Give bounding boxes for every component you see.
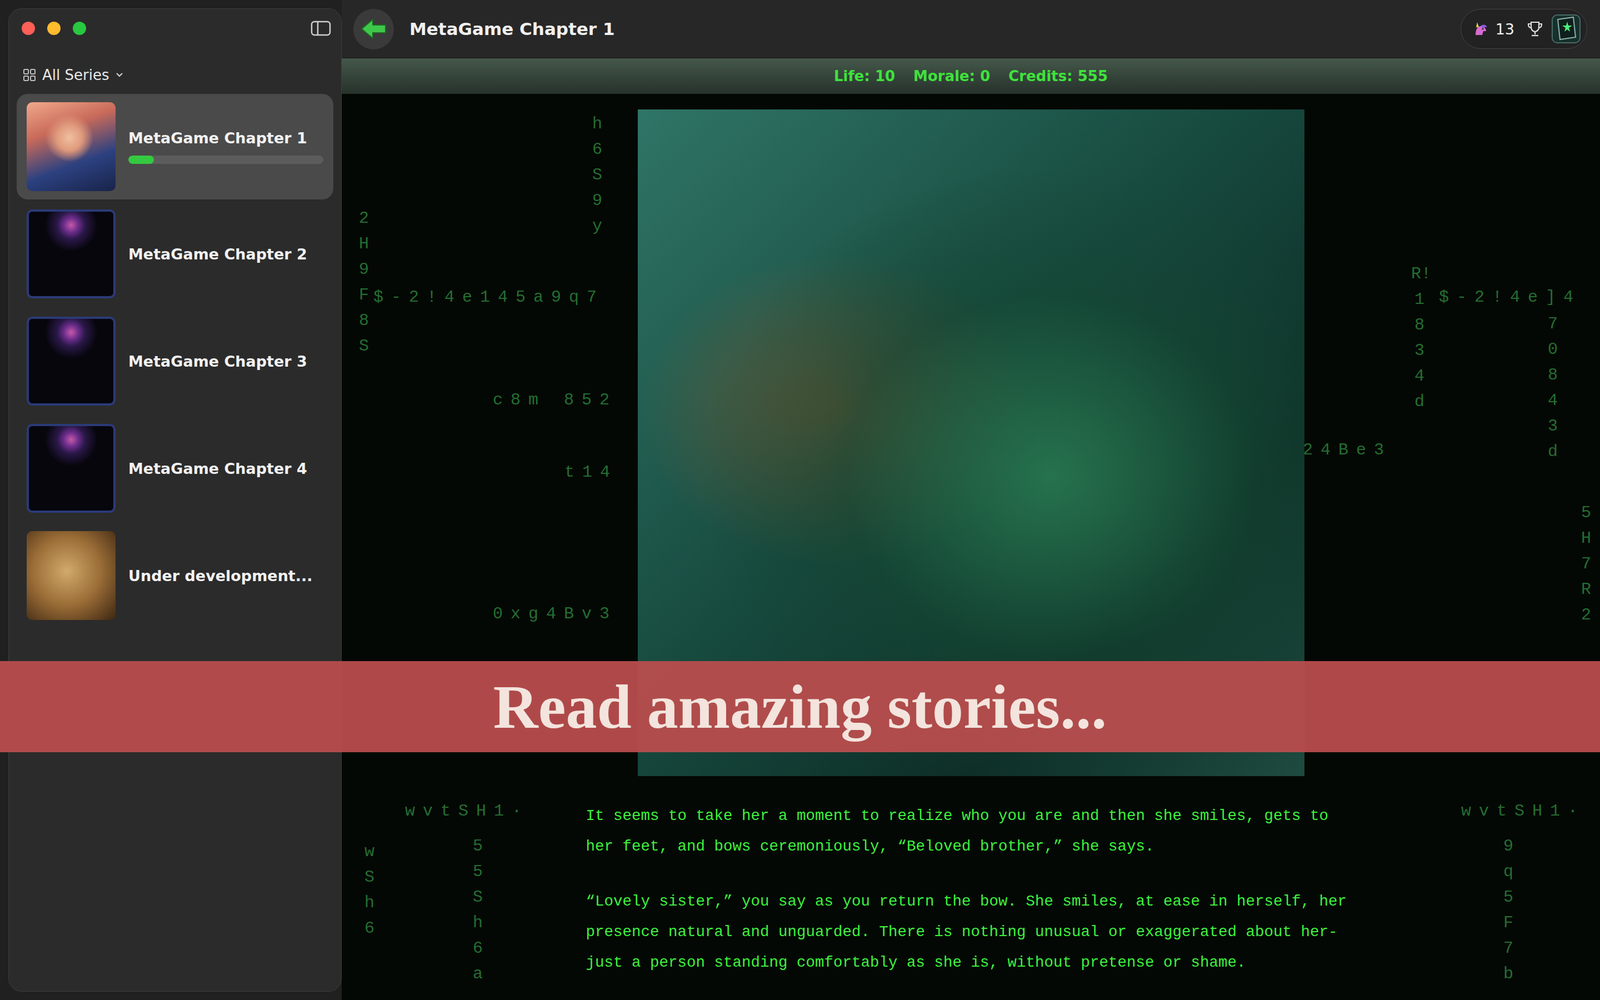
matrix-glyphs: 5H7R2: [1577, 500, 1595, 628]
matrix-glyphs: t14: [564, 461, 618, 484]
minimize-button[interactable]: [47, 21, 61, 35]
close-button[interactable]: [21, 21, 35, 35]
filter-label[interactable]: All Series: [42, 66, 109, 84]
sidebar-toggle-icon[interactable]: [310, 20, 332, 37]
series-title[interactable]: MetaGame Chapter 4: [128, 460, 324, 478]
chevron-down-icon: [115, 72, 124, 78]
matrix-glyphs: wSh6: [361, 838, 378, 942]
matrix-glyphs: 55Sh6a: [469, 833, 487, 987]
stat-label: Morale: 0: [913, 67, 990, 85]
matrix-glyphs: $-2!4e]4: [1438, 286, 1582, 309]
stat-label: Credits: 555: [1008, 67, 1108, 85]
stat-label: Life: 10: [833, 67, 895, 85]
sidebar-item[interactable]: MetaGame Chapter 3: [16, 308, 334, 414]
matrix-glyphs: R!1834d: [1411, 261, 1428, 415]
matrix-glyphs: $-2!4e145a9q7: [373, 286, 605, 309]
matrix-glyphs: 2H9F8S: [355, 205, 373, 359]
cover-thumbnail: [26, 531, 116, 620]
cover-thumbnail: [26, 102, 116, 192]
story-view: $-2!4e145a9q7 $-2!4e]4 c8m 852 t14 0xg4Bv3 24…: [341, 93, 1600, 1000]
stats-bar: Life: 10 Morale: 0 Credits: 555: [341, 58, 1600, 94]
matrix-glyphs: 0xg4Bv3: [492, 602, 618, 625]
series-list: MetaGame Chapter 1 MetaGame Chapter 2 Meta…: [16, 93, 334, 629]
story-paragraph: It seems to take her a moment to realize…: [585, 800, 1356, 862]
progress-bar: [128, 155, 324, 164]
back-arrow-icon: [360, 17, 388, 40]
cover-thumbnail: [26, 316, 116, 406]
story-text: It seems to take her a moment to realize…: [585, 800, 1356, 1000]
promo-text: Read amazing stories...: [493, 671, 1107, 743]
series-filter[interactable]: All Series: [16, 47, 334, 94]
trophy-icon[interactable]: [1526, 20, 1544, 38]
series-title[interactable]: MetaGame Chapter 1: [128, 129, 324, 147]
matrix-glyphs: wvtSH1·: [405, 800, 530, 823]
matrix-glyphs: c8m 852: [492, 388, 618, 412]
spellbook-icon[interactable]: [1550, 12, 1583, 45]
back-button[interactable]: [353, 8, 394, 50]
zoom-button[interactable]: [72, 21, 87, 35]
window-controls: [16, 8, 334, 48]
sidebar-item[interactable]: MetaGame Chapter 1: [16, 93, 334, 200]
series-title[interactable]: MetaGame Chapter 2: [128, 245, 324, 263]
unicorn-icon: [1472, 20, 1489, 38]
series-title[interactable]: MetaGame Chapter 3: [128, 352, 324, 370]
progress-fill: [128, 155, 154, 164]
sidebar-item[interactable]: MetaGame Chapter 2: [16, 201, 334, 307]
promo-banner: Read amazing stories...: [0, 661, 1600, 753]
sidebar: All SeriesMetaGame Chapter 1MetaGame Cha…: [8, 8, 342, 992]
sidebar-item[interactable]: MetaGame Chapter 4: [16, 415, 334, 522]
sidebar-item[interactable]: Under development...: [16, 522, 334, 629]
grid-icon: [23, 68, 36, 82]
badge-count: 13: [1495, 20, 1520, 38]
series-title[interactable]: Under development...: [128, 567, 324, 585]
matrix-glyphs: wvtSH1·: [1461, 800, 1586, 823]
window-title: MetaGame Chapter 1: [409, 18, 615, 39]
cover-thumbnail: [26, 423, 116, 513]
cover-thumbnail: [26, 209, 116, 299]
matrix-glyphs: h6S9y: [588, 111, 606, 239]
matrix-glyphs: 70843d: [1544, 311, 1562, 465]
toolbar: MetaGame Chapter 1 13: [341, 0, 1600, 59]
achievements-pill[interactable]: 13: [1460, 8, 1588, 49]
matrix-glyphs: 9q5F7b: [1500, 833, 1517, 987]
story-paragraph: “Lovely sister,” you say as you return t…: [585, 886, 1356, 978]
matrix-glyphs: 24Be3: [1302, 438, 1392, 462]
